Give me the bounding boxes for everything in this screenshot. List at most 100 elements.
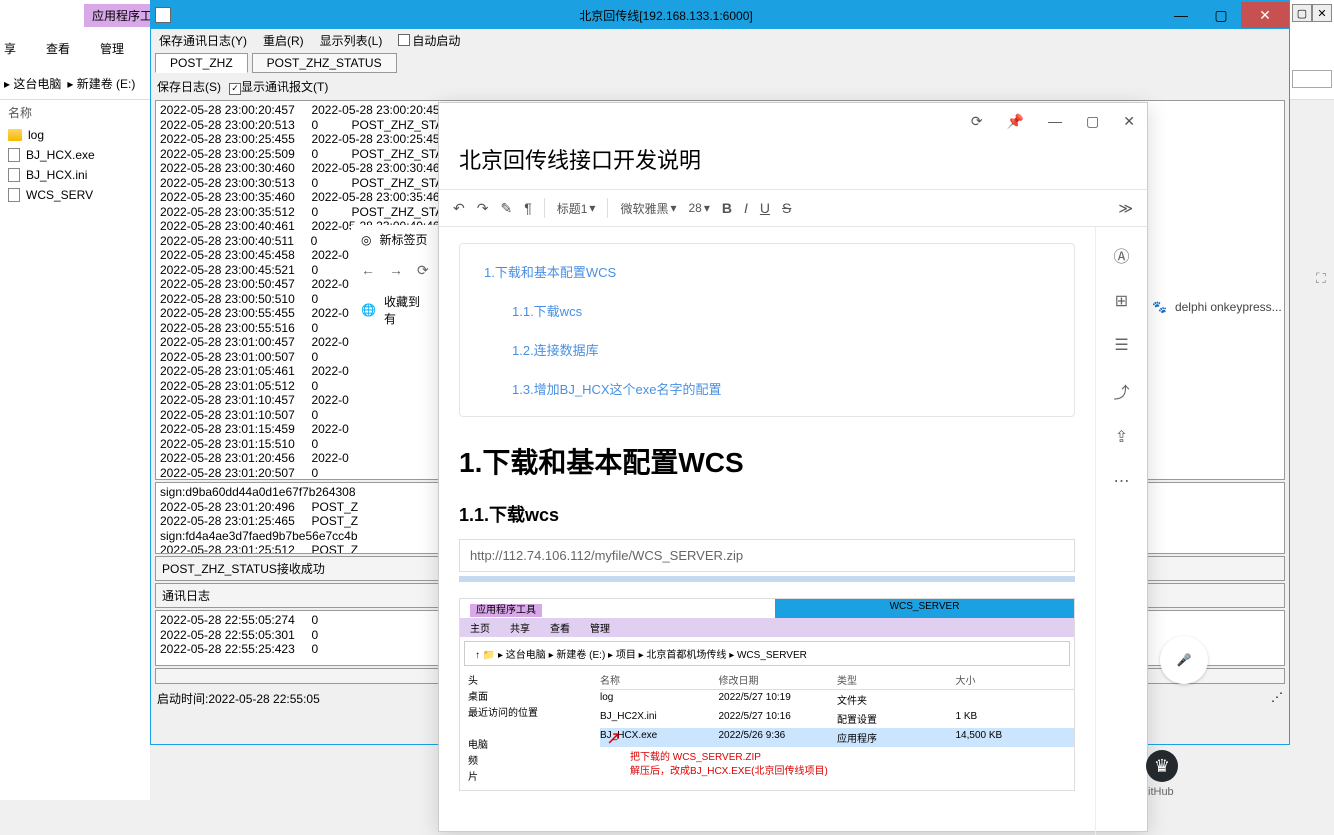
resize-grip-icon[interactable]: ⋰	[1271, 690, 1283, 707]
save-log-button[interactable]: 保存日志(S)	[157, 78, 221, 95]
doc-maximize-button[interactable]: ▢	[1086, 113, 1099, 130]
doc-minimize-button[interactable]: —	[1048, 113, 1062, 129]
embed-nav: 头桌面最近访问的位置 电脑频片	[460, 670, 600, 790]
font-panel-icon[interactable]: Ⓐ	[1113, 243, 1129, 267]
outline-icon[interactable]: ☰	[1114, 335, 1128, 355]
pin-icon[interactable]: 📌	[1007, 113, 1024, 130]
exe-icon	[8, 148, 20, 162]
delphi-search-suggestion[interactable]: 🐾 delphi onkeypress...	[1152, 300, 1282, 314]
refresh-icon[interactable]: ⟳	[971, 113, 983, 130]
breadcrumb-drive[interactable]: ▸ 新建卷 (E:)	[67, 75, 135, 92]
font-size-select[interactable]: 28 ▾	[689, 201, 710, 215]
separator	[544, 198, 545, 218]
list-item[interactable]: WCS_SERV	[0, 185, 150, 205]
table-of-contents: 1.下载和基本配置WCS 1.1.下载wcs 1.2.连接数据库 1.3.增加B…	[459, 243, 1075, 417]
doc-content[interactable]: 1.下载和基本配置WCS 1.1.下载wcs 1.2.连接数据库 1.3.增加B…	[439, 227, 1095, 835]
col-name: 名称	[600, 672, 719, 687]
minimize-button[interactable]: —	[1161, 2, 1201, 28]
underline-button[interactable]: U	[760, 200, 770, 216]
url-box[interactable]: http://112.74.106.112/myfile/WCS_SERVER.…	[459, 539, 1075, 572]
font-select[interactable]: 微软雅黑 ▾	[620, 200, 676, 217]
embed-header-row: 名称 修改日期 类型 大小	[600, 670, 1074, 690]
embed-tb-item: 共享	[510, 620, 530, 635]
expand-icon[interactable]: ⛶	[1316, 270, 1326, 287]
list-item[interactable]: log	[0, 125, 150, 145]
column-name[interactable]: 名称	[0, 100, 150, 125]
col-size: 大小	[956, 672, 1075, 687]
voice-search-button[interactable]: 🎤	[1160, 636, 1208, 684]
more-icon[interactable]: ⋯	[1114, 471, 1130, 491]
auto-start-label: 自动启动	[412, 32, 460, 49]
menu-save-log[interactable]: 保存通讯日志(Y)	[159, 32, 247, 49]
redo-icon[interactable]: ↷	[477, 200, 489, 217]
menu-show-list[interactable]: 显示列表(L)	[320, 32, 383, 49]
separator	[607, 198, 608, 218]
explorer-tab[interactable]: 应用程序工	[84, 4, 160, 27]
list-item[interactable]: BJ_HCX.exe	[0, 145, 150, 165]
maximize-button[interactable]: ▢	[1201, 2, 1241, 28]
format-icon[interactable]: ¶	[524, 200, 532, 216]
show-msg-checkbox[interactable]: ✓	[229, 83, 241, 95]
bookmark-label: 收藏到有	[384, 293, 428, 327]
embed-toolbar: 主页 共享 查看 管理	[460, 618, 1074, 637]
embed-breadcrumb: ↑ 📁 ▸ 这台电脑 ▸ 新建卷 (E:) ▸ 项目 ▸ 北京首都机场传线 ▸ …	[464, 641, 1070, 666]
bg-window-buttons: ▢ ✕	[1292, 4, 1332, 22]
bg-close-button[interactable]: ✕	[1312, 4, 1332, 22]
anno-line1: 把下载的 WCS_SERVER.ZIP	[630, 751, 1044, 765]
chevron-down-icon: ▾	[589, 201, 595, 215]
embed-nav-item: 频	[468, 754, 592, 770]
brush-icon[interactable]: ✎	[500, 200, 512, 217]
forward-icon[interactable]: →	[389, 262, 403, 279]
strike-button[interactable]: S	[782, 200, 791, 216]
suggestion-text: delphi onkeypress...	[1175, 300, 1282, 314]
list-item[interactable]: BJ_HCX.ini	[0, 165, 150, 185]
embed-file-row: log2022/5/27 10:19文件夹	[600, 690, 1074, 709]
tab-post-zhz[interactable]: POST_ZHZ	[155, 53, 248, 73]
bold-button[interactable]: B	[722, 200, 732, 216]
toc-item[interactable]: 1.1.下载wcs	[460, 291, 1074, 330]
app-icon	[155, 7, 171, 23]
tab-bar: POST_ZHZ POST_ZHZ_STATUS	[151, 51, 1289, 75]
add-block-icon[interactable]: ⊞	[1115, 291, 1128, 311]
doc-close-button[interactable]: ✕	[1123, 113, 1135, 130]
italic-button[interactable]: I	[744, 200, 748, 216]
github-shortcut[interactable]: ♛	[1146, 750, 1178, 782]
breadcrumb[interactable]: ▸ 这台电脑 ▸ 新建卷 (E:)	[4, 75, 135, 92]
close-button[interactable]: ✕	[1241, 2, 1289, 28]
file-name: WCS_SERV	[26, 188, 93, 202]
export-icon[interactable]: ⇪	[1115, 427, 1128, 447]
toc-item[interactable]: 1.3.增加BJ_HCX这个exe名字的配置	[460, 369, 1074, 408]
toc-item[interactable]: 1.下载和基本配置WCS	[460, 252, 1074, 291]
tab-post-zhz-status[interactable]: POST_ZHZ_STATUS	[252, 53, 397, 73]
browser-nav: ← → ⟳	[351, 254, 438, 287]
reload-icon[interactable]: ⟳	[417, 262, 429, 279]
file-name: log	[28, 128, 44, 142]
bookmark-item[interactable]: 🌐收藏到有	[351, 287, 438, 333]
file-list: 名称 log BJ_HCX.exe BJ_HCX.ini WCS_SERV	[0, 100, 150, 800]
heading-select[interactable]: 标题1 ▾	[557, 200, 596, 217]
start-time: 启动时间:2022-05-28 22:55:05	[157, 690, 320, 707]
toolbar-share[interactable]: 享	[4, 40, 16, 57]
breadcrumb-pc[interactable]: ▸ 这台电脑	[4, 75, 61, 92]
back-icon[interactable]: ←	[361, 262, 375, 279]
share-icon[interactable]: ⤴	[1113, 379, 1129, 403]
more-icon[interactable]: ≫	[1118, 200, 1133, 217]
doc-sidebar: Ⓐ ⊞ ☰ ⤴ ⇪ ⋯	[1095, 227, 1147, 835]
toolbar-manage[interactable]: 管理	[100, 40, 124, 57]
toc-item[interactable]: 1.2.连接数据库	[460, 330, 1074, 369]
bg-maximize-button[interactable]: ▢	[1292, 4, 1312, 22]
new-tab-item[interactable]: ◎新标签页	[351, 225, 438, 254]
bg-address-right[interactable]	[1292, 70, 1332, 88]
github-label: itHub	[1148, 786, 1174, 798]
heading-1: 1.下载和基本配置WCS	[459, 441, 1075, 481]
file-name: BJ_HCX.exe	[26, 148, 95, 162]
microphone-icon: 🎤	[1177, 653, 1192, 667]
toolbar-view[interactable]: 查看	[46, 40, 70, 57]
undo-icon[interactable]: ↶	[453, 200, 465, 217]
auto-start-checkbox[interactable]	[398, 34, 410, 46]
log-options: 保存日志(S) ✓显示通讯报文(T)	[151, 75, 1289, 98]
embed-tb-item: 管理	[590, 620, 610, 635]
doc-title: 北京回传线接口开发说明	[439, 139, 1147, 189]
ini-icon	[8, 168, 20, 182]
menu-restart[interactable]: 重启(R)	[263, 32, 304, 49]
